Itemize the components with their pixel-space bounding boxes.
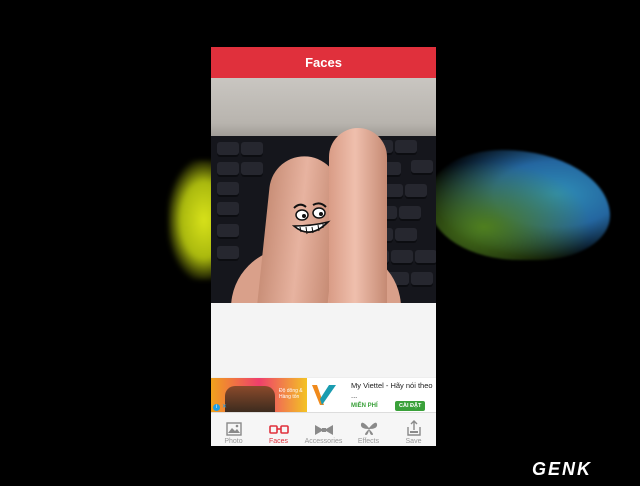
title-bar: Faces: [211, 47, 436, 78]
tab-label: Photo: [224, 438, 243, 445]
photo-finger-right: [329, 128, 387, 303]
svg-text:GENK: GENK: [532, 459, 592, 479]
tab-label: Accessories: [304, 438, 343, 445]
tab-faces[interactable]: Faces: [256, 413, 301, 446]
ad-price: MIỄN PHÍ: [351, 403, 378, 409]
tab-effects[interactable]: Effects: [346, 413, 391, 446]
ad-install-button[interactable]: CÀI ĐẶT: [395, 401, 426, 411]
tab-accessories[interactable]: Accessories: [301, 413, 346, 446]
ad-banner[interactable]: Độ dông & Hàng tốn i ✕ My Viettel - Hãy …: [211, 377, 436, 413]
photo-canvas[interactable]: [211, 78, 436, 303]
butterfly-icon: [360, 422, 377, 435]
tab-label: Save: [405, 438, 422, 445]
ad-title: My Viettel - Hãy nói theo ...: [351, 381, 433, 400]
phone-screen: Faces Độ dông & Hàng tốn i ✕ My Viettel …: [211, 47, 436, 446]
bottom-tab-bar: Photo Faces Accessories Effects Save: [211, 412, 436, 446]
ad-image-text: Độ dông & Hàng tốn: [279, 388, 303, 400]
page-title: Faces: [305, 55, 342, 70]
tab-save[interactable]: Save: [391, 413, 436, 446]
empty-panel: [211, 303, 436, 377]
viettel-logo-icon: [309, 380, 339, 410]
glasses-icon: [268, 425, 289, 434]
tab-photo[interactable]: Photo: [211, 413, 256, 446]
photo-icon: [225, 422, 242, 436]
ad-close-icon[interactable]: ✕: [222, 404, 229, 411]
ad-info-icon[interactable]: i: [213, 404, 220, 411]
tab-label: Faces: [268, 438, 289, 445]
save-icon: [406, 420, 421, 436]
bowtie-icon: [314, 425, 333, 435]
genk-watermark-logo: GENK: [532, 459, 592, 479]
face-sticker[interactable]: [286, 196, 334, 244]
background-bird: [430, 150, 610, 260]
tab-label: Effects: [357, 438, 380, 445]
